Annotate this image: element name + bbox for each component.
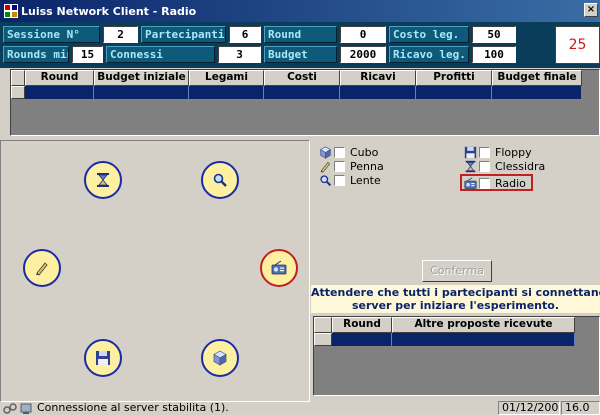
app-icon — [4, 4, 18, 18]
node-magnifier[interactable] — [201, 161, 239, 199]
object-item-floppy[interactable]: Floppy — [463, 145, 532, 159]
col-round[interactable]: Round — [25, 70, 94, 86]
waiting-message-line2: server per iniziare l'esperimento. — [351, 299, 559, 312]
table-row[interactable] — [11, 86, 582, 99]
budget-value: 2000 — [340, 46, 386, 63]
connection-icon — [3, 403, 17, 414]
pen-icon — [318, 159, 332, 173]
node-cube[interactable] — [201, 339, 239, 377]
waiting-message: Attendere che tutti i partecipanti si co… — [311, 285, 600, 313]
magnifier-icon — [213, 173, 227, 187]
window-title: Luiss Network Client - Radio — [21, 4, 197, 18]
col-initial-budget[interactable]: Budget iniziale — [94, 70, 189, 86]
object-item-cubo[interactable]: Cubo — [318, 145, 378, 159]
own-object-highlight — [460, 174, 533, 191]
object-item-penna[interactable]: Penna — [318, 159, 384, 173]
cube-icon — [318, 145, 332, 159]
row-selector-header — [11, 70, 25, 86]
penna-checkbox[interactable] — [334, 160, 345, 172]
magnifier-icon — [318, 173, 332, 187]
confirm-button[interactable]: Conferma — [422, 260, 492, 282]
session-number-label: Sessione N° — [3, 26, 100, 43]
radio-icon — [271, 260, 287, 275]
clessidra-checkbox[interactable] — [479, 160, 490, 172]
floppy-icon — [463, 145, 477, 159]
proposals-table[interactable]: Round Altre proposte ricevute — [313, 316, 600, 396]
node-radio-own[interactable] — [260, 249, 298, 287]
penna-label: Penna — [350, 159, 384, 173]
close-icon: × — [586, 4, 596, 15]
status-date: 01/12/2006 — [498, 401, 560, 415]
lente-checkbox[interactable] — [334, 174, 345, 186]
network-pane[interactable] — [0, 140, 310, 402]
col-links[interactable]: Legami — [189, 70, 264, 86]
object-item-lente[interactable]: Lente — [318, 173, 381, 187]
floppy-label: Floppy — [495, 145, 532, 159]
rounds-table[interactable]: Round Budget iniziale Legami Costi Ricav… — [10, 69, 600, 136]
link-cost-label: Costo leg. — [389, 26, 469, 43]
hourglass-icon — [463, 159, 477, 173]
session-info-panel: Sessione N° 2 Partecipanti 6 Round 0 Cos… — [0, 22, 600, 68]
node-hourglass[interactable] — [84, 161, 122, 199]
status-text: Connessione al server stabilita (1). — [37, 401, 229, 414]
proposals-table-header: Round Altre proposte ricevute — [314, 317, 575, 333]
node-pen[interactable] — [23, 249, 61, 287]
participants-value: 6 — [229, 26, 261, 43]
col-final-budget[interactable]: Budget finale — [492, 70, 582, 86]
proposals-row-selector-header — [314, 317, 332, 333]
col-revenues[interactable]: Ricavi — [340, 70, 416, 86]
cubo-label: Cubo — [350, 145, 379, 159]
table-row[interactable] — [314, 333, 575, 346]
close-button[interactable]: × — [584, 3, 598, 17]
col-profits[interactable]: Profitti — [416, 70, 492, 86]
clessidra-label: Clessidra — [495, 159, 546, 173]
link-revenue-value: 100 — [472, 46, 516, 63]
rounds-min-label: Rounds min. — [3, 46, 69, 63]
floppy-checkbox[interactable] — [479, 146, 490, 158]
link-revenue-label: Ricavo leg. — [389, 46, 469, 63]
cube-icon — [213, 350, 227, 366]
rounds-min-value: 15 — [72, 46, 103, 63]
status-time: 16.0 — [561, 401, 600, 415]
object-item-clessidra[interactable]: Clessidra — [463, 159, 545, 173]
budget-label: Budget — [264, 46, 337, 63]
title-bar: Luiss Network Client - Radio × — [0, 0, 600, 22]
proposals-row-selector[interactable] — [314, 333, 332, 346]
rounds-table-header: Round Budget iniziale Legami Costi Ricav… — [11, 70, 582, 86]
floppy-icon — [96, 351, 110, 365]
waiting-message-line1: Attendere che tutti i partecipanti si co… — [311, 286, 600, 299]
node-floppy[interactable] — [84, 339, 122, 377]
round-label: Round — [264, 26, 337, 43]
status-bar: Connessione al server stabilita (1). 01/… — [0, 401, 600, 415]
row-selector[interactable] — [11, 86, 25, 99]
network-status-icon — [20, 403, 32, 414]
cubo-checkbox[interactable] — [334, 146, 345, 158]
hourglass-icon — [97, 173, 109, 187]
col-proposal-round[interactable]: Round — [332, 317, 392, 333]
connected-label: Connessi — [106, 46, 215, 63]
connected-value: 3 — [218, 46, 261, 63]
link-cost-value: 50 — [472, 26, 516, 43]
pen-icon — [36, 262, 48, 276]
round-value: 0 — [340, 26, 386, 43]
countdown-display: 25 — [555, 26, 600, 64]
participants-label: Partecipanti — [141, 26, 226, 43]
col-costs[interactable]: Costi — [264, 70, 340, 86]
col-other-proposals[interactable]: Altre proposte ricevute — [392, 317, 575, 333]
session-number-value: 2 — [103, 26, 138, 43]
lente-label: Lente — [350, 173, 381, 187]
